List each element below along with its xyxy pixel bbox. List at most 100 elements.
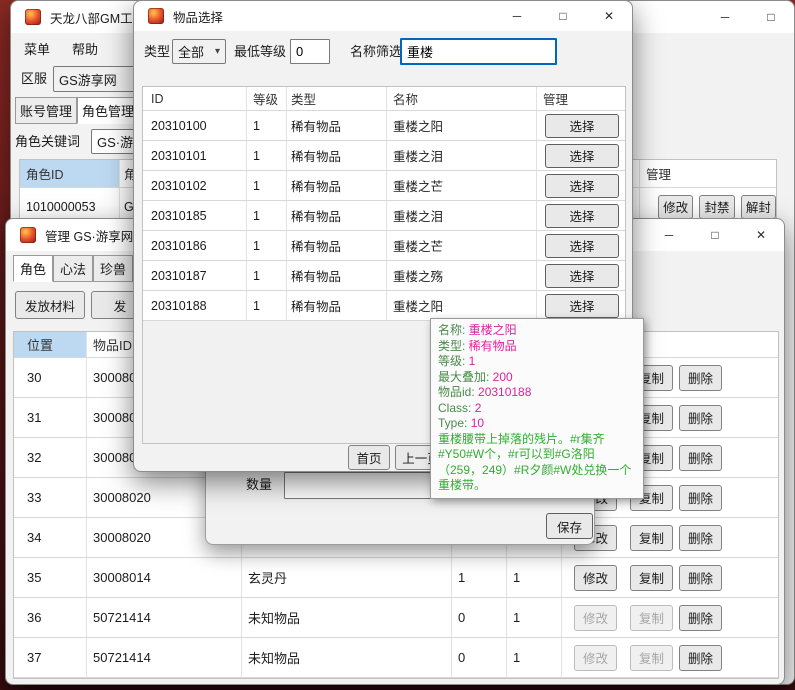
delete-button[interactable]: 删除 xyxy=(679,445,722,471)
cell-count: 1 xyxy=(507,638,562,677)
delete-button[interactable]: 删除 xyxy=(679,365,722,391)
cell-level: 1 xyxy=(247,291,287,320)
name-filter-input[interactable] xyxy=(400,38,557,65)
copy-button[interactable]: 复制 xyxy=(630,605,673,631)
minimize-icon[interactable]: ─ xyxy=(646,219,692,251)
tooltip-description-line: （259，249）#R夕颜#W处兑换一个 xyxy=(438,463,636,479)
modify-button[interactable]: 修改 xyxy=(574,565,617,591)
table-row[interactable]: 20310185 1 稀有物品 重楼之泪 选择 xyxy=(143,201,625,231)
table-row[interactable]: 20310102 1 稀有物品 重楼之芒 选择 xyxy=(143,171,625,201)
window-title: 管理 GS·游享网( xyxy=(45,226,137,245)
modify-button[interactable]: 修改 xyxy=(658,195,693,219)
delete-button[interactable]: 删除 xyxy=(679,645,722,671)
tab-account-manage[interactable]: 账号管理 xyxy=(15,97,77,124)
table-row[interactable]: 20310187 1 稀有物品 重楼之殇 选择 xyxy=(143,261,625,291)
cell-manage: 选择 xyxy=(537,201,625,230)
cell-level: 1 xyxy=(247,141,287,170)
delete-button[interactable]: 删除 xyxy=(679,605,722,631)
quantity-label: 数量 xyxy=(246,478,272,492)
maximize-icon[interactable]: □ xyxy=(748,1,794,33)
table-row[interactable]: 20310100 1 稀有物品 重楼之阳 选择 xyxy=(143,111,625,141)
menu-item-menu[interactable]: 菜单 xyxy=(13,35,61,62)
delete-button[interactable]: 删除 xyxy=(679,405,722,431)
tab-role[interactable]: 角色 xyxy=(13,255,53,282)
header-position[interactable]: 位置 xyxy=(14,332,87,357)
cell-item-name: 玄灵丹 xyxy=(242,558,452,597)
delete-button[interactable]: 删除 xyxy=(679,485,722,511)
cell-id: 20310188 xyxy=(143,291,247,320)
cell-item-id: 50721414 xyxy=(87,638,242,677)
cell-type: 稀有物品 xyxy=(287,231,387,260)
modify-button[interactable]: 修改 xyxy=(574,605,617,631)
cell-actions: 修改 复制 删除 xyxy=(562,598,778,637)
app-icon xyxy=(148,8,164,24)
table-row[interactable]: 20310186 1 稀有物品 重楼之芒 选择 xyxy=(143,231,625,261)
header-id[interactable]: ID xyxy=(143,87,247,110)
header-type[interactable]: 类型 xyxy=(287,87,387,110)
maximize-icon[interactable]: □ xyxy=(692,219,738,251)
tab-pet[interactable]: 珍兽 xyxy=(93,255,133,282)
table-row[interactable]: 20310188 1 稀有物品 重楼之阳 选择 xyxy=(143,291,625,321)
select-button[interactable]: 选择 xyxy=(545,264,619,288)
copy-button[interactable]: 复制 xyxy=(630,565,673,591)
select-button[interactable]: 选择 xyxy=(545,294,619,318)
select-button[interactable]: 选择 xyxy=(545,174,619,198)
cell-manage: 选择 xyxy=(537,141,625,170)
modify-button[interactable]: 修改 xyxy=(574,645,617,671)
cell-item-id: 30008014 xyxy=(87,558,242,597)
header-role-id[interactable]: 角色ID xyxy=(20,160,120,187)
select-button[interactable]: 选择 xyxy=(545,234,619,258)
tooltip-field: Type: 10 xyxy=(438,416,636,432)
delete-button[interactable]: 删除 xyxy=(679,525,722,551)
cell-name: 重楼之泪 xyxy=(387,141,537,170)
first-page-button[interactable]: 首页 xyxy=(348,445,390,470)
cell-level: 1 xyxy=(247,261,287,290)
delete-button[interactable]: 删除 xyxy=(679,565,722,591)
copy-button[interactable]: 复制 xyxy=(630,525,673,551)
tooltip-field: 等级: 1 xyxy=(438,354,636,370)
item-tooltip: 名称: 重楼之阳 类型: 稀有物品 等级: 1 最大叠加: 200 物品id: … xyxy=(430,318,644,499)
cell-position: 37 xyxy=(14,638,87,677)
header-manage: 管理 xyxy=(537,87,625,110)
cell-name: 重楼之泪 xyxy=(387,201,537,230)
cell-position: 33 xyxy=(14,478,87,517)
cell-manage: 选择 xyxy=(537,231,625,260)
tooltip-description-line: 重楼腰带上掉落的残片。#r集齐 xyxy=(438,432,636,448)
cell-count: 0 xyxy=(452,598,507,637)
cell-count: 1 xyxy=(452,558,507,597)
minimize-icon[interactable]: ─ xyxy=(494,1,540,31)
titlebar: 物品选择 ─ □ ✕ xyxy=(134,1,632,31)
table-row[interactable]: 20310101 1 稀有物品 重楼之泪 选择 xyxy=(143,141,625,171)
grant-material-button[interactable]: 发放材料 xyxy=(15,291,85,319)
close-icon[interactable]: ✕ xyxy=(586,1,632,31)
maximize-icon[interactable]: □ xyxy=(540,1,586,31)
cell-type: 稀有物品 xyxy=(287,141,387,170)
minimize-icon[interactable]: ─ xyxy=(702,1,748,33)
cell-position: 30 xyxy=(14,358,87,397)
select-button[interactable]: 选择 xyxy=(545,144,619,168)
menu-item-help[interactable]: 帮助 xyxy=(61,35,109,62)
tab-role-manage[interactable]: 角色管理 xyxy=(77,97,139,124)
select-button[interactable]: 选择 xyxy=(545,114,619,138)
unban-button[interactable]: 解封 xyxy=(741,195,776,219)
cell-level: 1 xyxy=(247,201,287,230)
cell-position: 31 xyxy=(14,398,87,437)
close-icon[interactable]: ✕ xyxy=(738,219,784,251)
cell-count: 0 xyxy=(452,638,507,677)
cell-id: 20310100 xyxy=(143,111,247,140)
header-name[interactable]: 名称 xyxy=(387,87,537,110)
cell-level: 1 xyxy=(247,111,287,140)
window-controls: ─ □ ✕ xyxy=(494,1,632,31)
type-filter-select[interactable]: 全部 ▾ xyxy=(172,39,226,64)
tab-mentality[interactable]: 心法 xyxy=(53,255,93,282)
cell-type: 稀有物品 xyxy=(287,171,387,200)
select-button[interactable]: 选择 xyxy=(545,204,619,228)
cell-name: 重楼之阳 xyxy=(387,111,537,140)
window-title: 天龙八部GM工具 xyxy=(50,8,145,27)
copy-button[interactable]: 复制 xyxy=(630,645,673,671)
header-level[interactable]: 等级 xyxy=(247,87,287,110)
save-button[interactable]: 保存 xyxy=(546,513,593,539)
type-filter-value: 全部 xyxy=(178,42,204,61)
ban-button[interactable]: 封禁 xyxy=(699,195,734,219)
min-level-input[interactable] xyxy=(290,39,330,64)
